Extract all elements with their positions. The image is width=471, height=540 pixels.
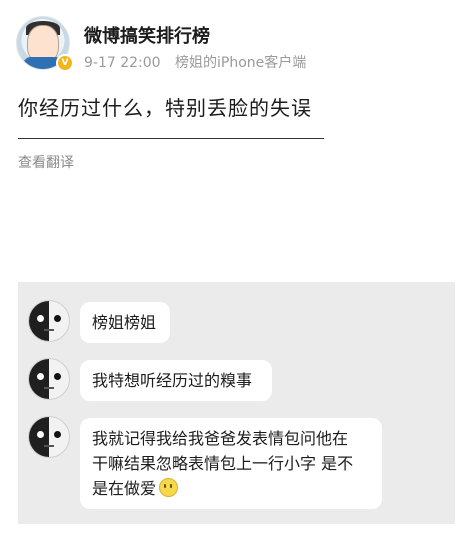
smiling-face-emoji-icon	[159, 478, 179, 497]
post-text: 你经历过什么，特别丢脸的失误	[18, 96, 312, 120]
divider	[18, 138, 324, 139]
chat-avatar	[28, 300, 70, 342]
post-meta: 9-17 22:00 榜姐的iPhone客户端	[84, 52, 306, 72]
chat-message: 我就记得我给我爸爸发表情包问他在 干嘛结果忽略表情包上一行小字 是不 是在做爱	[28, 416, 448, 509]
account-name[interactable]: 微博搞笑排行榜	[84, 22, 210, 48]
post-timestamp: 9-17 22:00	[84, 55, 161, 71]
chat-avatar	[28, 358, 70, 400]
chat-message: 榜姐榜姐	[28, 300, 448, 360]
verified-badge-icon: V	[56, 54, 74, 72]
post-header: V 微博搞笑排行榜 9-17 22:00 榜姐的iPhone客户端	[16, 16, 456, 76]
chat-bubble-line: 干嘛结果忽略表情包上一行小字 是不	[92, 454, 354, 473]
chat-message: 我特想听经历过的糗事	[28, 358, 448, 418]
chat-bubble: 我特想听经历过的糗事	[80, 360, 272, 401]
chat-bubble-line: 是在做爱	[92, 476, 370, 501]
translate-link[interactable]: 查看翻译	[18, 152, 74, 172]
chat-screenshot-image[interactable]: 榜姐榜姐 我特想听经历过的糗事 我就记得我给我爸爸发表情包问他在 干嘛结果忽略表…	[18, 282, 455, 524]
chat-bubble: 榜姐榜姐	[80, 302, 170, 343]
chat-avatar	[28, 416, 70, 458]
post-source: 榜姐的iPhone客户端	[175, 55, 307, 71]
chat-bubble-line: 我就记得我给我爸爸发表情包问他在	[92, 429, 349, 448]
chat-bubble: 我就记得我给我爸爸发表情包问他在 干嘛结果忽略表情包上一行小字 是不 是在做爱	[80, 418, 382, 509]
